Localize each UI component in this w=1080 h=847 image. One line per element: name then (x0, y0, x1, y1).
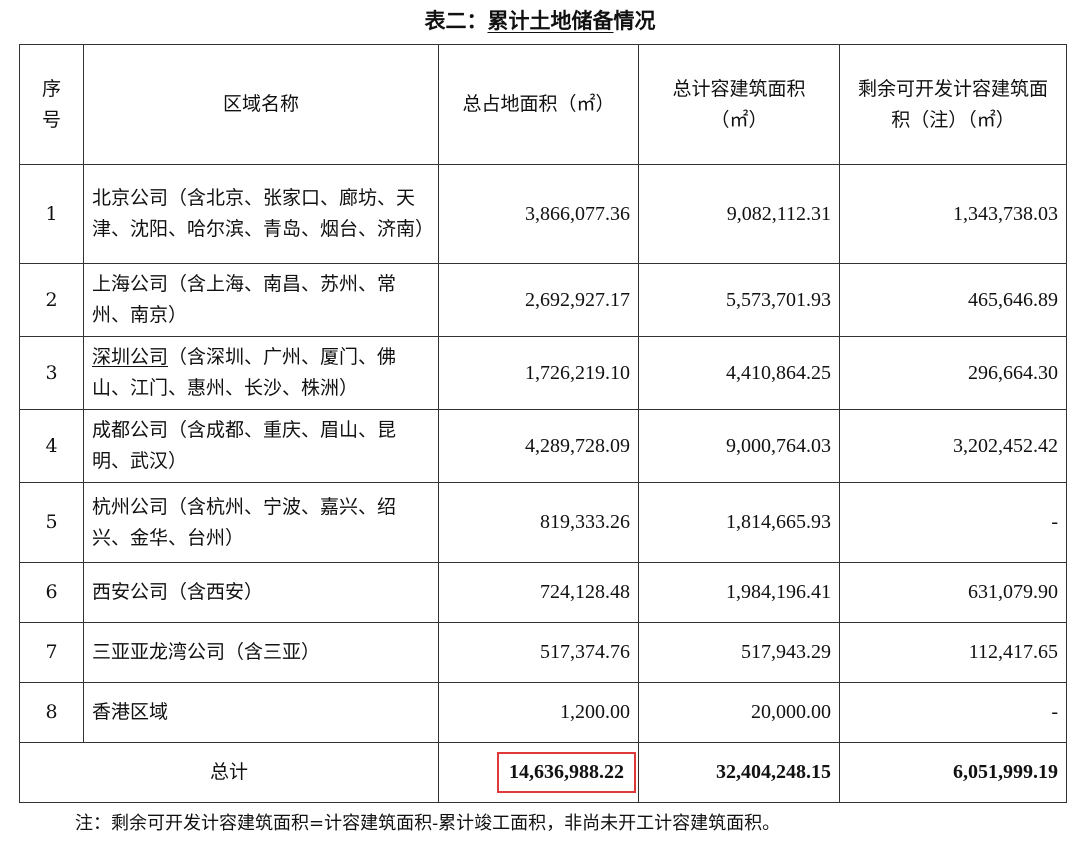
row-seq: 2 (19, 263, 84, 337)
highlight-box: 14,636,988.22 (497, 752, 636, 793)
table-row: 1 北京公司（含北京、张家口、廊坊、天津、沈阳、哈尔滨、青岛、烟台、济南） 3,… (19, 164, 1067, 264)
row-land-area: 724,128.48 (438, 562, 639, 623)
table-title: 表二：累计土地储备情况 (0, 6, 1080, 36)
row-seq: 8 (19, 682, 84, 743)
row-remaining: 1,343,738.03 (839, 164, 1067, 264)
row-region: 上海公司（含上海、南昌、苏州、常州、南京） (83, 263, 439, 337)
table-row: 3 深圳公司（含深圳、广州、厦门、佛山、江门、惠州、长沙、株洲） 1,726,2… (19, 336, 1067, 410)
row-land-area: 4,289,728.09 (438, 409, 639, 483)
row-gfa: 5,573,701.93 (638, 263, 840, 337)
total-gfa: 32,404,248.15 (638, 742, 840, 803)
table-title-prefix: 表二： (424, 8, 488, 33)
row-region: 杭州公司（含杭州、宁波、嘉兴、绍兴、金华、台州） (83, 482, 439, 563)
row-seq: 7 (19, 622, 84, 683)
header-region: 区域名称 (83, 44, 439, 165)
table-row: 2 上海公司（含上海、南昌、苏州、常州、南京） 2,692,927.17 5,5… (19, 263, 1067, 337)
row-land-area: 2,692,927.17 (438, 263, 639, 337)
row-gfa: 517,943.29 (638, 622, 840, 683)
row-remaining: - (839, 682, 1067, 743)
row-remaining: 3,202,452.42 (839, 409, 1067, 483)
table-title-underlined: 累计土地储备 (487, 8, 614, 33)
land-reserve-table: 序号 区域名称 总占地面积（㎡） 总计容建筑面积（㎡） 剩余可开发计容建筑面积（… (19, 44, 1067, 803)
row-remaining: 296,664.30 (839, 336, 1067, 410)
row-seq: 1 (19, 164, 84, 264)
row-land-area: 517,374.76 (438, 622, 639, 683)
row-region: 成都公司（含成都、重庆、眉山、昆明、武汉） (83, 409, 439, 483)
row-land-area: 1,200.00 (438, 682, 639, 743)
row-remaining: 112,417.65 (839, 622, 1067, 683)
row-seq: 5 (19, 482, 84, 563)
table-row: 8 香港区域 1,200.00 20,000.00 - (19, 682, 1067, 743)
row-gfa: 4,410,864.25 (638, 336, 840, 410)
row-land-area: 819,333.26 (438, 482, 639, 563)
row-region-company: 深圳公司 (92, 346, 169, 368)
row-region: 香港区域 (83, 682, 439, 743)
total-land-area: 14,636,988.22 (438, 742, 639, 803)
total-remaining: 6,051,999.19 (839, 742, 1067, 803)
table-row: 7 三亚亚龙湾公司（含三亚） 517,374.76 517,943.29 112… (19, 622, 1067, 683)
table-row: 5 杭州公司（含杭州、宁波、嘉兴、绍兴、金华、台州） 819,333.26 1,… (19, 482, 1067, 563)
header-land-area: 总占地面积（㎡） (438, 44, 639, 165)
row-remaining: 631,079.90 (839, 562, 1067, 623)
row-seq: 3 (19, 336, 84, 410)
table-row: 6 西安公司（含西安） 724,128.48 1,984,196.41 631,… (19, 562, 1067, 623)
row-land-area: 1,726,219.10 (438, 336, 639, 410)
table-title-suffix: 情况 (613, 8, 656, 33)
row-seq: 4 (19, 409, 84, 483)
row-remaining: - (839, 482, 1067, 563)
total-row: 总计 14,636,988.22 32,404,248.15 6,051,999… (19, 742, 1067, 803)
table-row: 4 成都公司（含成都、重庆、眉山、昆明、武汉） 4,289,728.09 9,0… (19, 409, 1067, 483)
row-remaining: 465,646.89 (839, 263, 1067, 337)
row-region: 深圳公司（含深圳、广州、厦门、佛山、江门、惠州、长沙、株洲） (83, 336, 439, 410)
header-seq: 序号 (19, 44, 84, 165)
footnote: 注：剩余可开发计容建筑面积=计容建筑面积-累计竣工面积，非尚未开工计容建筑面积。 (75, 813, 781, 834)
row-region: 北京公司（含北京、张家口、廊坊、天津、沈阳、哈尔滨、青岛、烟台、济南） (83, 164, 439, 264)
row-region: 三亚亚龙湾公司（含三亚） (83, 622, 439, 683)
row-region: 西安公司（含西安） (83, 562, 439, 623)
row-gfa: 1,984,196.41 (638, 562, 840, 623)
row-seq: 6 (19, 562, 84, 623)
row-gfa: 20,000.00 (638, 682, 840, 743)
row-land-area: 3,866,077.36 (438, 164, 639, 264)
header-remaining: 剩余可开发计容建筑面积（注）（㎡） (839, 44, 1067, 165)
header-gfa: 总计容建筑面积（㎡） (638, 44, 840, 165)
row-gfa: 9,000,764.03 (638, 409, 840, 483)
row-gfa: 9,082,112.31 (638, 164, 840, 264)
header-row: 序号 区域名称 总占地面积（㎡） 总计容建筑面积（㎡） 剩余可开发计容建筑面积（… (19, 44, 1067, 165)
total-label: 总计 (19, 742, 439, 803)
row-gfa: 1,814,665.93 (638, 482, 840, 563)
